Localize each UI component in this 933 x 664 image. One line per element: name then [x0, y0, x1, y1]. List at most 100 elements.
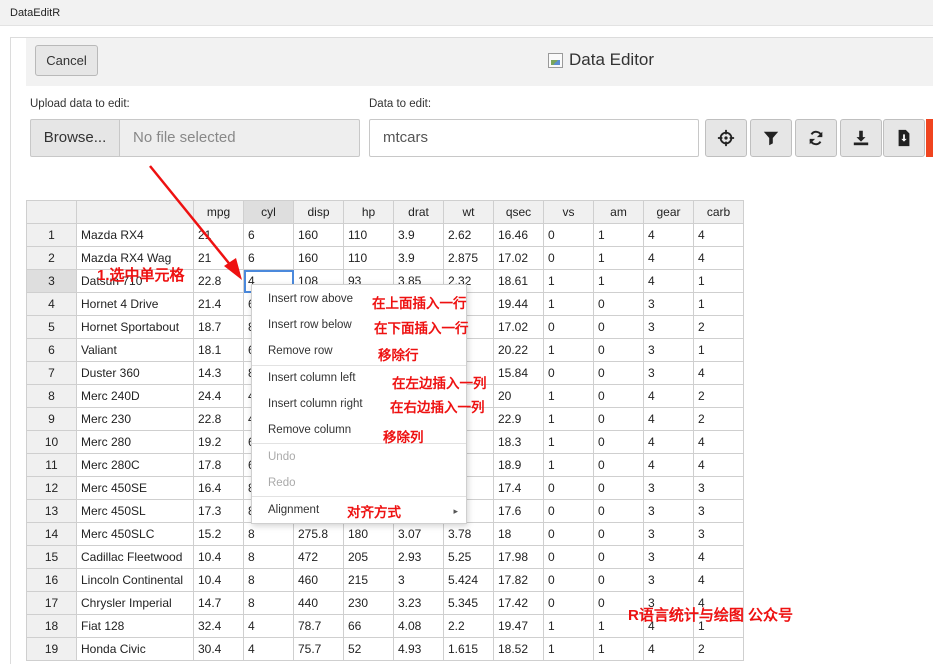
- table-cell[interactable]: 0: [593, 315, 644, 339]
- row-number[interactable]: 9: [26, 407, 77, 431]
- table-cell[interactable]: 4: [693, 568, 744, 592]
- table-cell[interactable]: 472: [293, 545, 344, 569]
- table-cell[interactable]: 0: [593, 568, 644, 592]
- row-number[interactable]: 18: [26, 614, 77, 638]
- table-cell[interactable]: 5.424: [443, 568, 494, 592]
- row-name-cell[interactable]: Merc 240D: [76, 384, 194, 408]
- table-cell[interactable]: 3: [643, 476, 694, 500]
- table-cell[interactable]: 2.875: [443, 246, 494, 270]
- table-cell[interactable]: 21: [193, 223, 244, 247]
- row-name-cell[interactable]: Merc 450SLC: [76, 522, 194, 546]
- table-cell[interactable]: 18: [493, 522, 544, 546]
- menu-remove-column[interactable]: Remove column: [268, 424, 351, 436]
- table-cell[interactable]: 0: [543, 223, 594, 247]
- row-number[interactable]: 19: [26, 637, 77, 661]
- browse-button[interactable]: Browse...: [30, 119, 120, 157]
- table-cell[interactable]: 17.02: [493, 315, 544, 339]
- table-cell[interactable]: 16.4: [193, 476, 244, 500]
- menu-insert-column-left[interactable]: Insert column left: [268, 372, 356, 384]
- download-button[interactable]: [840, 119, 882, 157]
- row-name-cell[interactable]: Mazda RX4: [76, 223, 194, 247]
- table-cell[interactable]: 1: [543, 407, 594, 431]
- table-cell[interactable]: 18.3: [493, 430, 544, 454]
- column-header-disp[interactable]: disp: [293, 200, 344, 224]
- table-cell[interactable]: 4: [243, 637, 294, 661]
- table-cell[interactable]: 205: [343, 545, 394, 569]
- table-cell[interactable]: 3.23: [393, 591, 444, 615]
- row-number[interactable]: 3: [26, 269, 77, 293]
- row-name-cell[interactable]: Valiant: [76, 338, 194, 362]
- menu-insert-row-above[interactable]: Insert row above: [268, 293, 353, 305]
- table-cell[interactable]: 2.62: [443, 223, 494, 247]
- table-cell[interactable]: 0: [593, 499, 644, 523]
- column-header-gear[interactable]: gear: [643, 200, 694, 224]
- table-cell[interactable]: 0: [593, 361, 644, 385]
- table-cell[interactable]: 17.02: [493, 246, 544, 270]
- table-cell[interactable]: 2: [693, 407, 744, 431]
- table-cell[interactable]: 1: [693, 338, 744, 362]
- table-cell[interactable]: 30.4: [193, 637, 244, 661]
- table-cell[interactable]: 0: [593, 453, 644, 477]
- table-cell[interactable]: 18.52: [493, 637, 544, 661]
- table-cell[interactable]: 4: [693, 430, 744, 454]
- table-cell[interactable]: 440: [293, 591, 344, 615]
- table-cell[interactable]: 4: [693, 246, 744, 270]
- menu-alignment[interactable]: Alignment: [268, 504, 319, 516]
- table-cell[interactable]: 0: [543, 246, 594, 270]
- table-cell[interactable]: 1: [543, 269, 594, 293]
- table-cell[interactable]: 1: [543, 453, 594, 477]
- table-cell[interactable]: 1.615: [443, 637, 494, 661]
- table-cell[interactable]: 15.2: [193, 522, 244, 546]
- row-name-cell[interactable]: Fiat 128: [76, 614, 194, 638]
- table-cell[interactable]: 17.6: [493, 499, 544, 523]
- table-cell[interactable]: 10.4: [193, 568, 244, 592]
- row-number[interactable]: 13: [26, 499, 77, 523]
- row-name-cell[interactable]: Honda Civic: [76, 637, 194, 661]
- table-cell[interactable]: 17.4: [493, 476, 544, 500]
- row-name-cell[interactable]: Hornet 4 Drive: [76, 292, 194, 316]
- table-cell[interactable]: 2: [693, 315, 744, 339]
- table-cell[interactable]: 18.7: [193, 315, 244, 339]
- table-cell[interactable]: 17.3: [193, 499, 244, 523]
- table-cell[interactable]: 21.4: [193, 292, 244, 316]
- table-cell[interactable]: 18.61: [493, 269, 544, 293]
- row-number[interactable]: 11: [26, 453, 77, 477]
- table-cell[interactable]: 3.78: [443, 522, 494, 546]
- table-cell[interactable]: 460: [293, 568, 344, 592]
- corner-header[interactable]: [26, 200, 77, 224]
- table-cell[interactable]: 18.1: [193, 338, 244, 362]
- table-cell[interactable]: 4: [243, 614, 294, 638]
- table-cell[interactable]: 2: [693, 384, 744, 408]
- sync-button[interactable]: [795, 119, 837, 157]
- row-name-cell[interactable]: Merc 450SL: [76, 499, 194, 523]
- table-cell[interactable]: 20: [493, 384, 544, 408]
- menu-redo[interactable]: Redo: [268, 477, 296, 489]
- table-cell[interactable]: 275.8: [293, 522, 344, 546]
- table-cell[interactable]: 0: [593, 430, 644, 454]
- table-cell[interactable]: 18.9: [493, 453, 544, 477]
- row-name-cell[interactable]: Duster 360: [76, 361, 194, 385]
- table-cell[interactable]: 3: [643, 499, 694, 523]
- column-header-qsec[interactable]: qsec: [493, 200, 544, 224]
- table-cell[interactable]: 4.08: [393, 614, 444, 638]
- table-cell[interactable]: 78.7: [293, 614, 344, 638]
- table-cell[interactable]: 19.44: [493, 292, 544, 316]
- table-cell[interactable]: 6: [243, 246, 294, 270]
- table-cell[interactable]: 8: [243, 545, 294, 569]
- table-cell[interactable]: 1: [593, 637, 644, 661]
- table-cell[interactable]: 66: [343, 614, 394, 638]
- table-cell[interactable]: 0: [543, 476, 594, 500]
- table-cell[interactable]: 2.2: [443, 614, 494, 638]
- table-cell[interactable]: 3: [643, 568, 694, 592]
- table-cell[interactable]: 3: [693, 522, 744, 546]
- table-cell[interactable]: 4.93: [393, 637, 444, 661]
- column-header-hp[interactable]: hp: [343, 200, 394, 224]
- column-header-carb[interactable]: carb: [693, 200, 744, 224]
- table-cell[interactable]: 0: [543, 591, 594, 615]
- table-cell[interactable]: 180: [343, 522, 394, 546]
- file-name-field[interactable]: No file selected: [119, 119, 360, 157]
- table-cell[interactable]: 215: [343, 568, 394, 592]
- table-cell[interactable]: 4: [643, 384, 694, 408]
- row-number[interactable]: 16: [26, 568, 77, 592]
- row-name-cell[interactable]: Merc 230: [76, 407, 194, 431]
